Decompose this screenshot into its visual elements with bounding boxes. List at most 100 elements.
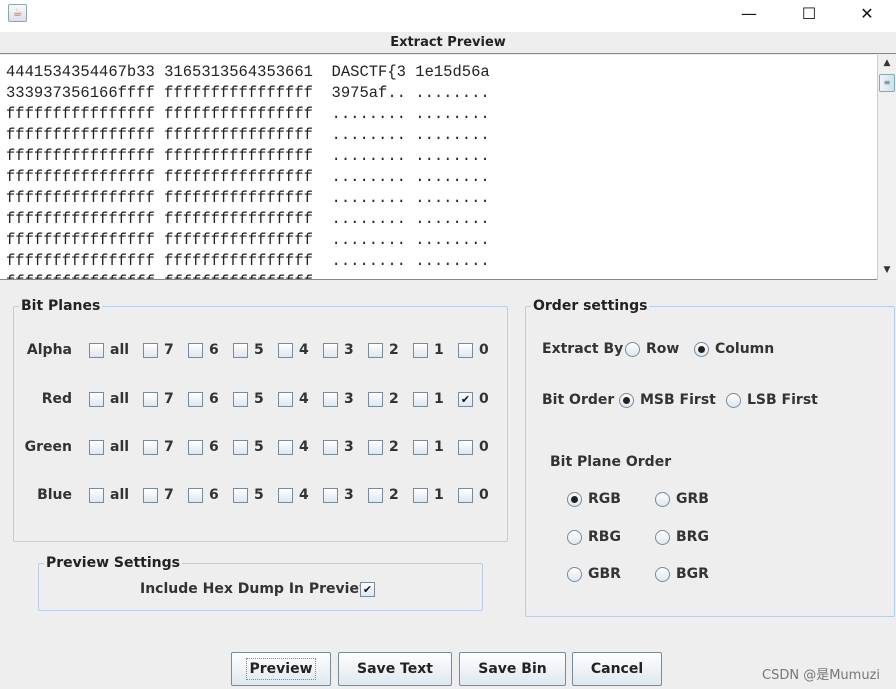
checkbox-green-0[interactable] xyxy=(458,440,473,455)
checkbox-red-2[interactable] xyxy=(368,392,383,407)
scroll-up-icon[interactable]: ▲ xyxy=(878,55,896,71)
checkbox-green-7[interactable] xyxy=(143,440,158,455)
bit-label: 4 xyxy=(299,439,309,455)
radio-label: LSB First xyxy=(747,392,818,408)
save-bin-button[interactable]: Save Bin xyxy=(459,652,566,686)
checkbox-blue-4[interactable] xyxy=(278,488,293,503)
channel-label-alpha: Alpha xyxy=(26,342,72,358)
preview-button[interactable]: Preview xyxy=(231,652,331,686)
radio-grb[interactable] xyxy=(655,492,670,507)
hex-line: ffffffffffffffff ffffffffffffffff ......… xyxy=(6,231,490,249)
checkbox-alpha-1[interactable] xyxy=(413,343,428,358)
checkbox-green-1[interactable] xyxy=(413,440,428,455)
bit-label: 3 xyxy=(344,487,354,503)
checkbox-alpha-4[interactable] xyxy=(278,343,293,358)
checkbox-green-all[interactable] xyxy=(89,440,104,455)
bit-label: 5 xyxy=(254,342,264,358)
checkbox-red-all[interactable] xyxy=(89,392,104,407)
maximize-button[interactable]: ☐ xyxy=(786,0,832,28)
checkbox-green-2[interactable] xyxy=(368,440,383,455)
checkbox-green-5[interactable] xyxy=(233,440,248,455)
bit-label: 4 xyxy=(299,391,309,407)
checkbox-blue-all[interactable] xyxy=(89,488,104,503)
radio-rgb[interactable] xyxy=(567,492,582,507)
checkbox-alpha-all[interactable] xyxy=(89,343,104,358)
bit-label: 1 xyxy=(434,391,444,407)
bit-planes-title: Bit Planes xyxy=(19,298,103,314)
order-settings-group: Order settings Extract By Row Column Bit Or… xyxy=(525,298,895,617)
hex-line: ffffffffffffffff ffffffffffffffff ......… xyxy=(6,147,490,165)
bit-label: all xyxy=(110,342,130,358)
hex-line: ffffffffffffffff ffffffffffffffff ......… xyxy=(6,189,490,207)
checkbox-blue-7[interactable] xyxy=(143,488,158,503)
checkbox-alpha-7[interactable] xyxy=(143,343,158,358)
radio-lsb-first[interactable] xyxy=(726,393,741,408)
bit-label: 0 xyxy=(479,487,489,503)
bit-label: 1 xyxy=(434,487,444,503)
checkbox-alpha-2[interactable] xyxy=(368,343,383,358)
cancel-button[interactable]: Cancel xyxy=(572,652,662,686)
checkbox-red-3[interactable] xyxy=(323,392,338,407)
order-settings-title: Order settings xyxy=(531,298,650,314)
checkbox-red-7[interactable] xyxy=(143,392,158,407)
bit-label: 7 xyxy=(164,342,174,358)
bit-label: 1 xyxy=(434,439,444,455)
vertical-scrollbar[interactable]: ▲ ≡ ▼ xyxy=(877,55,896,280)
radio-row[interactable] xyxy=(625,342,640,357)
checkbox-alpha-3[interactable] xyxy=(323,343,338,358)
checkbox-alpha-6[interactable] xyxy=(188,343,203,358)
hex-line: ffffffffffffffff ffffffffffffffff ......… xyxy=(6,126,490,144)
hex-line: ffffffffffffffff ffffffffffffffff ......… xyxy=(6,252,490,270)
checkbox-green-3[interactable] xyxy=(323,440,338,455)
preview-title: Extract Preview xyxy=(0,32,896,54)
checkbox-blue-0[interactable] xyxy=(458,488,473,503)
radio-column[interactable] xyxy=(694,342,709,357)
watermark: CSDN @是Mumuzi xyxy=(762,668,880,683)
radio-rbg[interactable] xyxy=(567,530,582,545)
radio-msb-first[interactable] xyxy=(619,393,634,408)
checkbox-red-5[interactable] xyxy=(233,392,248,407)
radio-label: Row xyxy=(646,341,680,357)
checkbox-blue-1[interactable] xyxy=(413,488,428,503)
bit-label: all xyxy=(110,439,130,455)
radio-label: RGB xyxy=(588,491,621,507)
bit-label: 2 xyxy=(389,342,399,358)
bit-label: 0 xyxy=(479,439,489,455)
checkbox-alpha-0[interactable] xyxy=(458,343,473,358)
checkbox-blue-5[interactable] xyxy=(233,488,248,503)
radio-brg[interactable] xyxy=(655,530,670,545)
preview-text-area[interactable]: 4441534354467b33 3165313564353661 DASCTF… xyxy=(0,55,877,280)
minimize-button[interactable]: — xyxy=(726,0,772,28)
save-text-button[interactable]: Save Text xyxy=(338,652,452,686)
checkbox-red-4[interactable] xyxy=(278,392,293,407)
hex-line: ffffffffffffffff ffffffffffffffff ......… xyxy=(6,168,490,186)
bit-label: 4 xyxy=(299,342,309,358)
checkbox-green-6[interactable] xyxy=(188,440,203,455)
bit-label: 6 xyxy=(209,487,219,503)
radio-gbr[interactable] xyxy=(567,567,582,582)
radio-label: RBG xyxy=(588,529,621,545)
checkbox-alpha-5[interactable] xyxy=(233,343,248,358)
radio-label: BGR xyxy=(676,566,709,582)
extract-by-label: Extract By xyxy=(542,341,624,357)
channel-label-red: Red xyxy=(41,391,72,407)
close-button[interactable]: ✕ xyxy=(844,0,890,28)
checkbox-blue-2[interactable] xyxy=(368,488,383,503)
checkbox-red-6[interactable] xyxy=(188,392,203,407)
scroll-down-icon[interactable]: ▼ xyxy=(878,262,896,278)
bit-label: 7 xyxy=(164,487,174,503)
checkbox-green-4[interactable] xyxy=(278,440,293,455)
checkbox-blue-3[interactable] xyxy=(323,488,338,503)
checkbox-red-0[interactable]: ✔ xyxy=(458,392,473,407)
preview-button-label: Preview xyxy=(246,658,316,680)
hex-dump-checkbox[interactable]: ✔ xyxy=(360,582,375,597)
bit-label: 7 xyxy=(164,391,174,407)
bit-label: 3 xyxy=(344,342,354,358)
bit-label: 4 xyxy=(299,487,309,503)
java-cup-icon: ☕ xyxy=(8,4,27,22)
bit-label: 2 xyxy=(389,439,399,455)
checkbox-blue-6[interactable] xyxy=(188,488,203,503)
checkbox-red-1[interactable] xyxy=(413,392,428,407)
scroll-thumb[interactable]: ≡ xyxy=(879,74,895,92)
radio-bgr[interactable] xyxy=(655,567,670,582)
